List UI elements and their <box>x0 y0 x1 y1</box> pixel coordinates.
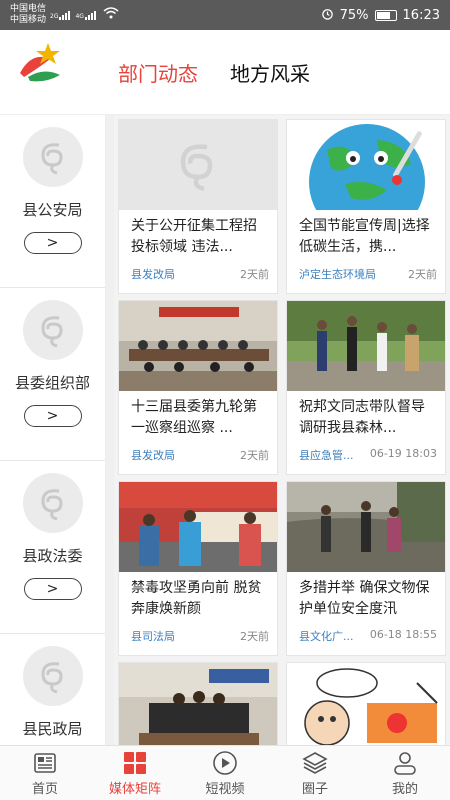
nav-label: 圈子 <box>301 781 328 797</box>
nav-profile[interactable]: 我的 <box>360 746 450 800</box>
alarm-icon <box>321 7 334 24</box>
news-time: 2天前 <box>240 268 269 281</box>
department-name: 县民政局 <box>22 720 83 738</box>
news-time: 2天前 <box>408 268 437 281</box>
department-avatar-icon <box>22 646 83 706</box>
news-time: 06-18 18:55 <box>369 628 437 641</box>
nav-label: 首页 <box>31 781 58 797</box>
status-right: 75% 16:23 <box>321 7 440 24</box>
department-item[interactable]: 县政法委 > <box>0 461 105 634</box>
news-meta: 泸定生态环境局 2天前 <box>287 260 445 282</box>
department-item[interactable]: 县公安局 > <box>0 115 105 288</box>
nav-label: 短视频 <box>205 781 245 797</box>
news-source[interactable]: 泸定生态环境局 <box>299 266 376 282</box>
play-icon <box>212 750 238 776</box>
news-title: 禁毒攻坚勇向前 脱贫奔康焕新颜 <box>131 580 262 617</box>
news-time: 06-19 18:03 <box>369 447 437 460</box>
department-name: 县委组织部 <box>14 374 90 392</box>
clock: 16:23 <box>402 7 440 23</box>
carrier-2: 中国移动 <box>10 15 47 25</box>
news-meta: 县文化广... 06-18 18:55 <box>287 622 445 644</box>
grid-icon <box>122 750 148 776</box>
signal-1-icon: 2G <box>50 10 71 20</box>
news-title: 祝邦文同志带队督导调研我县森林... <box>299 399 425 436</box>
news-icon <box>32 750 58 776</box>
department-item[interactable]: 县民政局 > <box>0 634 105 745</box>
nav-home[interactable]: 首页 <box>0 746 90 800</box>
news-image-meeting-room <box>119 301 277 391</box>
news-image-riverside-inspection <box>287 482 445 572</box>
news-source[interactable]: 县文化广... <box>299 628 354 644</box>
news-source[interactable]: 县司法局 <box>131 628 175 644</box>
news-time: 2天前 <box>240 449 269 462</box>
department-list[interactable]: 县公安局 > 县委组织部 > 县政法委 > 县民政局 > <box>0 115 106 745</box>
news-title: 关于公开征集工程招投标领域 违法... <box>131 218 257 255</box>
news-image-placeholder <box>119 120 277 210</box>
battery-icon <box>374 9 397 21</box>
news-meta: 县应急管... 06-19 18:03 <box>287 441 445 463</box>
news-card[interactable]: 关于公开征集工程招投标领域 违法... 县发改局 2天前 <box>118 119 278 294</box>
status-bar: 中国电信 中国移动 2G 4G 75% 16:23 <box>0 0 450 30</box>
profile-icon <box>392 750 418 776</box>
news-meta: 县发改局 2天前 <box>119 260 277 282</box>
list-divider <box>106 115 114 745</box>
tab-department-news[interactable]: 部门动态 <box>118 58 198 87</box>
app-logo[interactable] <box>10 37 80 107</box>
department-avatar-icon <box>22 127 83 187</box>
tab-local-features[interactable]: 地方风采 <box>230 58 310 87</box>
department-name: 县公安局 <box>22 201 83 219</box>
nav-label: 媒体矩阵 <box>108 781 161 797</box>
news-card[interactable]: 多措并举 确保文物保护单位安全度汛 县文化广... 06-18 18:55 <box>286 481 446 656</box>
news-card[interactable] <box>286 662 446 745</box>
news-title: 十三届县委第九轮第一巡察组巡察 ... <box>131 399 257 436</box>
carrier-1: 中国电信 <box>10 4 47 14</box>
top-tabs: 部门动态 地方风采 <box>118 58 310 87</box>
nav-short-video[interactable]: 短视频 <box>180 746 270 800</box>
news-card[interactable] <box>118 662 278 745</box>
nav-label: 我的 <box>391 781 418 797</box>
signal-2-icon: 4G <box>75 10 96 20</box>
news-title: 多措并举 确保文物保护单位安全度汛 <box>299 580 430 617</box>
news-image-earth-cartoon <box>287 120 445 210</box>
news-card[interactable]: 全国节能宣传周|选择低碳生活，携... 泸定生态环境局 2天前 <box>286 119 446 294</box>
department-avatar-icon <box>22 473 83 533</box>
news-grid[interactable]: 关于公开征集工程招投标领域 违法... 县发改局 2天前 全国节能宣传周|选择低… <box>114 115 450 745</box>
news-image-anti-drug-cartoon <box>287 663 445 745</box>
department-name: 县政法委 <box>22 547 83 565</box>
news-card[interactable]: 禁毒攻坚勇向前 脱贫奔康焕新颜 县司法局 2天前 <box>118 481 278 656</box>
news-card[interactable]: 祝邦文同志带队督导调研我县森林... 县应急管... 06-19 18:03 <box>286 300 446 475</box>
news-image-outdoor-group <box>287 301 445 391</box>
news-time: 2天前 <box>240 630 269 643</box>
department-item[interactable]: 县委组织部 > <box>0 288 105 461</box>
news-title: 全国节能宣传周|选择低碳生活，携... <box>299 218 430 255</box>
nav-circle[interactable]: 圈子 <box>270 746 360 800</box>
news-source[interactable]: 县发改局 <box>131 266 175 282</box>
department-open-button[interactable]: > <box>23 232 82 254</box>
department-open-button[interactable]: > <box>23 405 82 427</box>
carrier-labels: 中国电信 中国移动 <box>10 4 46 26</box>
news-meta: 县司法局 2天前 <box>119 622 277 644</box>
app-header: 部门动态 地方风采 <box>0 30 450 115</box>
news-source[interactable]: 县应急管... <box>299 447 354 463</box>
news-image-anti-drug-booth <box>119 482 277 572</box>
bottom-nav: 首页 媒体矩阵 短视频 圈子 我的 <box>0 745 450 800</box>
department-open-button[interactable]: > <box>23 578 82 600</box>
wifi-icon <box>103 7 119 23</box>
news-image-office-interview <box>119 663 277 745</box>
news-source[interactable]: 县发改局 <box>131 447 175 463</box>
department-avatar-icon <box>22 300 83 360</box>
layers-icon <box>302 750 328 776</box>
news-card[interactable]: 十三届县委第九轮第一巡察组巡察 ... 县发改局 2天前 <box>118 300 278 475</box>
nav-media-matrix[interactable]: 媒体矩阵 <box>90 746 180 800</box>
battery-percent: 75% <box>339 7 369 23</box>
news-meta: 县发改局 2天前 <box>119 441 277 463</box>
